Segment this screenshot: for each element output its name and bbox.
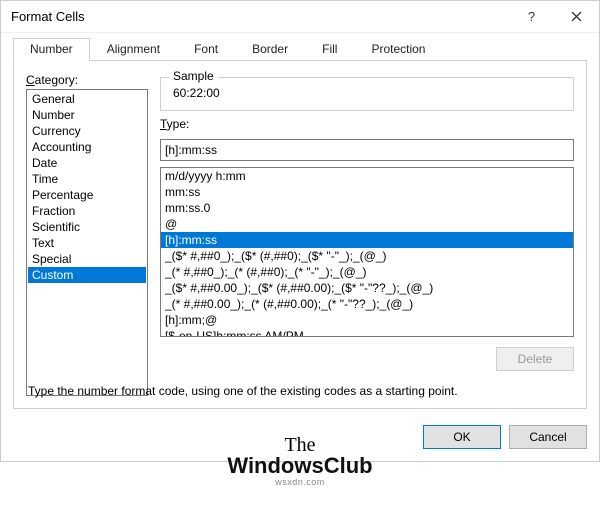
titlebar: Format Cells ? [1,1,599,33]
type-list-item[interactable]: mm:ss.0 [161,200,573,216]
help-button[interactable]: ? [509,1,554,33]
category-column: Category: GeneralNumberCurrencyAccountin… [26,73,148,396]
category-item[interactable]: Custom [28,267,146,283]
category-list[interactable]: GeneralNumberCurrencyAccountingDateTimeP… [26,89,148,396]
tab-border[interactable]: Border [235,38,305,61]
tab-strip: NumberAlignmentFontBorderFillProtection [13,37,587,61]
type-list-item[interactable]: _(* #,##0_);_(* (#,##0);_(* "-"_);_(@_) [161,264,573,280]
type-list-item[interactable]: _($* #,##0_);_($* (#,##0);_($* "-"_);_(@… [161,248,573,264]
tab-number-panel: Category: GeneralNumberCurrencyAccountin… [13,61,587,409]
right-column: Sample 60:22:00 Type: m/d/yyyy h:mmmm:ss… [160,73,574,396]
sample-value: 60:22:00 [171,84,563,100]
window-title: Format Cells [11,9,509,24]
category-item[interactable]: Text [28,235,146,251]
category-item[interactable]: Date [28,155,146,171]
category-item[interactable]: Fraction [28,203,146,219]
close-button[interactable] [554,1,599,33]
dialog-content: NumberAlignmentFontBorderFillProtection … [1,33,599,417]
hint-text: Type the number format code, using one o… [26,374,574,400]
type-list-item[interactable]: [h]:mm:ss [161,232,573,248]
type-list[interactable]: m/d/yyyy h:mmmm:ssmm:ss.0@[h]:mm:ss_($* … [160,167,574,337]
dialog-buttons: OK Cancel [1,417,599,461]
category-item[interactable]: Number [28,107,146,123]
category-item[interactable]: Scientific [28,219,146,235]
tab-alignment[interactable]: Alignment [90,38,177,61]
type-list-item[interactable]: @ [161,216,573,232]
type-list-item[interactable]: m/d/yyyy h:mm [161,168,573,184]
close-icon [571,11,582,22]
type-list-item[interactable]: _(* #,##0.00_);_(* (#,##0.00);_(* "-"??_… [161,296,573,312]
sample-group: Sample 60:22:00 [160,77,574,111]
tab-number[interactable]: Number [13,38,90,61]
ok-button[interactable]: OK [423,425,501,449]
type-list-item[interactable]: [h]:mm;@ [161,312,573,328]
sample-legend: Sample [169,69,218,83]
category-label: Category: [26,73,148,87]
type-list-item[interactable]: mm:ss [161,184,573,200]
type-label: Type: [160,117,574,131]
category-item[interactable]: Percentage [28,187,146,203]
category-item[interactable]: Accounting [28,139,146,155]
type-input[interactable] [160,139,574,161]
format-cells-dialog: Format Cells ? NumberAlignmentFontBorder… [0,0,600,462]
category-item[interactable]: General [28,91,146,107]
cancel-button[interactable]: Cancel [509,425,587,449]
delete-button: Delete [496,347,574,371]
tab-font[interactable]: Font [177,38,235,61]
category-item[interactable]: Time [28,171,146,187]
category-item[interactable]: Currency [28,123,146,139]
category-item[interactable]: Special [28,251,146,267]
tab-fill[interactable]: Fill [305,38,354,61]
tab-protection[interactable]: Protection [354,38,442,61]
type-list-item[interactable]: _($* #,##0.00_);_($* (#,##0.00);_($* "-"… [161,280,573,296]
type-list-item[interactable]: [$-en-US]h:mm:ss AM/PM [161,328,573,337]
